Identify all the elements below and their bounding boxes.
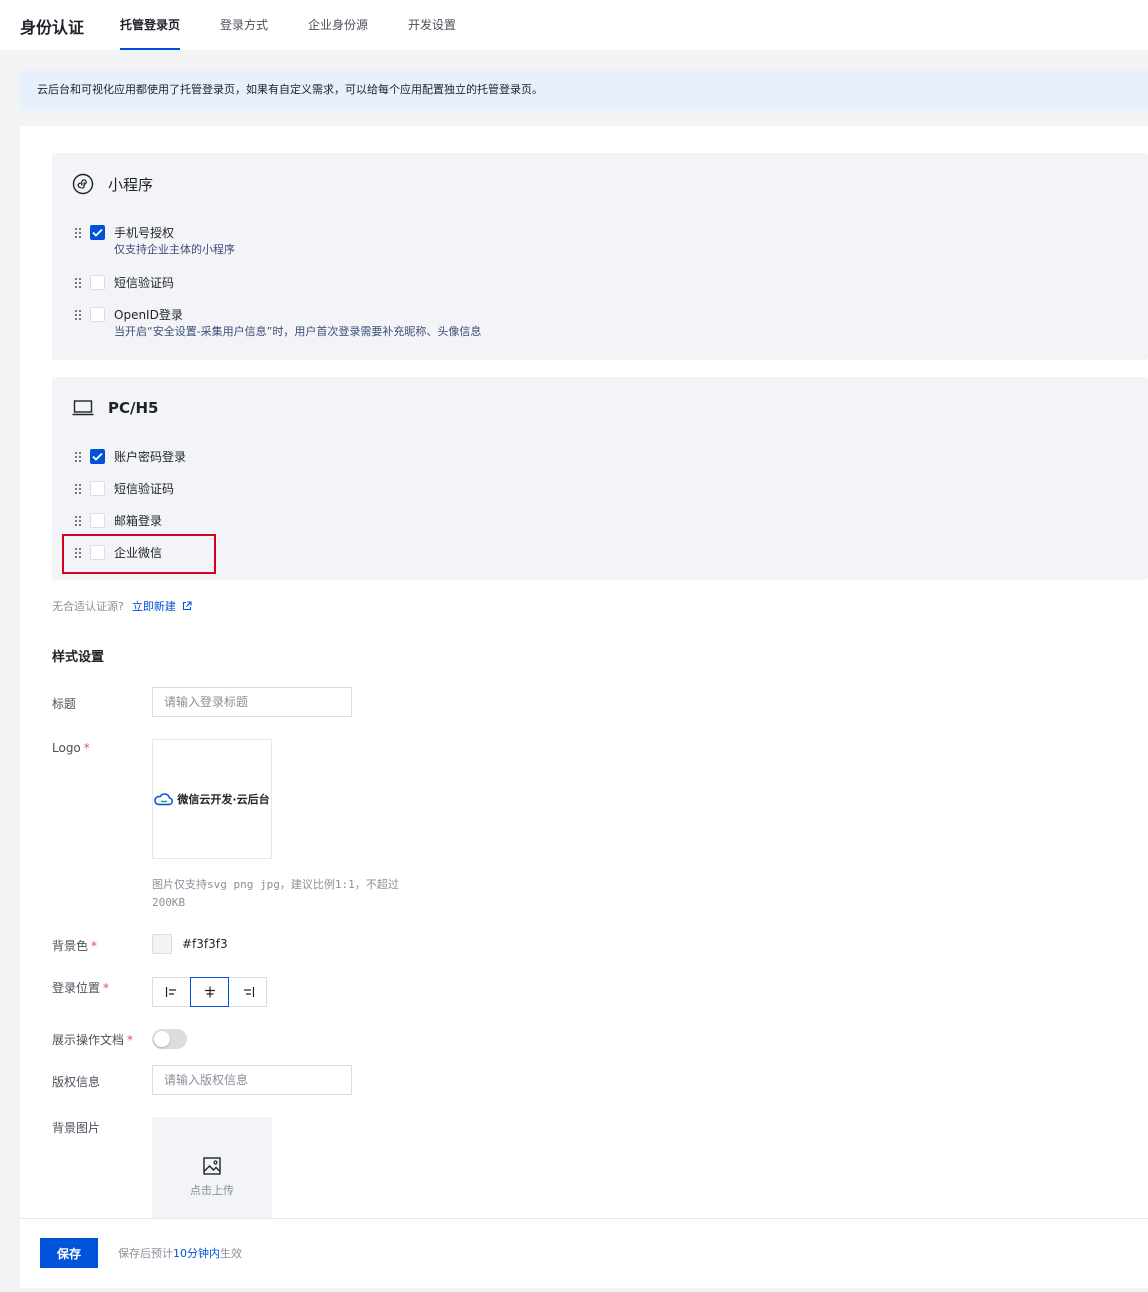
pc-h5-group-header: PC/H5: [72, 397, 158, 419]
option-label: 账户密码登录: [114, 450, 187, 464]
color-swatch[interactable]: [152, 934, 172, 954]
tab-dev-settings[interactable]: 开发设置: [408, 0, 456, 50]
footer-note: 保存后预计10分钟内生效: [118, 1245, 242, 1261]
option-sms-code: 短信验证码: [74, 275, 174, 291]
option-desc: 当开启“安全设置-采集用户信息”时，用户首次登录需要补充昵称、头像信息: [114, 325, 482, 338]
image-icon: [203, 1157, 221, 1175]
info-banner: 云后台和可视化应用都使用了托管登录页，如果有自定义需求，可以给每个应用配置独立的…: [20, 70, 1148, 110]
align-right-icon: [243, 987, 254, 997]
show-docs-label-text: 展示操作文档: [52, 1033, 125, 1047]
bg-color-label-text: 背景色: [52, 939, 89, 953]
drag-handle-icon[interactable]: [74, 227, 82, 239]
show-docs-label: 展示操作文档 *: [52, 1031, 133, 1048]
login-position-label: 登录位置 *: [52, 979, 109, 996]
align-center-icon: [204, 986, 215, 998]
title-field-label: 标题: [52, 697, 77, 711]
copyright-label: 版权信息: [52, 1075, 101, 1089]
drag-handle-icon[interactable]: [74, 515, 82, 527]
option-email-login: 邮箱登录: [74, 513, 162, 529]
option-label: 短信验证码: [114, 482, 175, 496]
cloud-icon: [154, 793, 174, 806]
checkbox-account-password[interactable]: [90, 449, 105, 464]
bg-image-label: 背景图片: [52, 1121, 101, 1135]
color-value: #f3f3f3: [182, 937, 228, 951]
pc-h5-group-title: PC/H5: [108, 399, 159, 417]
option-label: 短信验证码: [114, 276, 175, 290]
show-docs-toggle[interactable]: [152, 1029, 187, 1049]
logo-tip: 图片仅支持svg png jpg，建议比例1:1，不超过 200KB: [152, 876, 442, 912]
note-suffix: 生效: [220, 1247, 242, 1260]
toggle-knob: [154, 1031, 170, 1047]
tab-enterprise-identity-source[interactable]: 企业身份源: [308, 0, 368, 50]
checkbox-pc-sms-code[interactable]: [90, 481, 105, 496]
copyright-input[interactable]: [152, 1065, 352, 1095]
laptop-icon: [72, 397, 94, 419]
note-emphasis: 10分钟内: [173, 1247, 220, 1260]
option-label: OpenID登录: [114, 308, 183, 322]
pc-h5-group: PC/H5 账户密码登录 短信验证码 邮箱登录 企业微信: [52, 377, 1148, 580]
style-settings-title: 样式设置: [52, 650, 105, 665]
bg-image-upload[interactable]: 点击上传: [152, 1117, 272, 1218]
page-title: 身份认证: [20, 18, 85, 37]
main-panel: 小程序 手机号授权 仅支持企业主体的小程序 短信验证码 OpenID登录 当开启…: [20, 126, 1148, 1218]
align-left-button[interactable]: [152, 977, 191, 1007]
align-center-button[interactable]: [190, 977, 229, 1007]
option-phone-auth: 手机号授权 仅支持企业主体的小程序: [74, 225, 235, 259]
highlight-box: [62, 534, 216, 574]
align-right-button[interactable]: [228, 977, 267, 1007]
required-mark: *: [83, 741, 90, 755]
align-left-icon: [165, 987, 176, 997]
drag-handle-icon[interactable]: [74, 483, 82, 495]
brand-text: 微信云开发·云后台: [177, 793, 270, 806]
miniprogram-group-title: 小程序: [108, 175, 154, 194]
auth-source-hint: 无合适认证源? 立即新建: [52, 598, 192, 614]
login-position-selector: [152, 977, 267, 1007]
logo-tip-line: 200KB: [152, 896, 186, 909]
check-icon: [92, 452, 103, 461]
title-input[interactable]: [152, 687, 352, 717]
logo-upload[interactable]: 微信云开发·云后台: [152, 739, 272, 859]
option-pc-sms-code: 短信验证码: [74, 481, 174, 497]
save-button[interactable]: 保存: [40, 1238, 98, 1268]
option-openid-login: OpenID登录 当开启“安全设置-采集用户信息”时，用户首次登录需要补充昵称、…: [74, 307, 481, 341]
note-prefix: 保存后预计: [118, 1247, 173, 1260]
upload-text: 点击上传: [190, 1184, 234, 1197]
brand-logo: 微信云开发·云后台: [154, 791, 270, 807]
checkbox-email-login[interactable]: [90, 513, 105, 528]
miniprogram-group: 小程序 手机号授权 仅支持企业主体的小程序 短信验证码 OpenID登录 当开启…: [52, 153, 1148, 360]
required-mark: *: [127, 1033, 134, 1047]
check-icon: [92, 228, 103, 237]
option-label: 手机号授权: [114, 226, 175, 240]
checkbox-phone-auth[interactable]: [90, 225, 105, 240]
option-label: 邮箱登录: [114, 514, 163, 528]
option-account-password: 账户密码登录: [74, 449, 186, 465]
logo-field-label: Logo *: [52, 741, 90, 755]
drag-handle-icon[interactable]: [74, 277, 82, 289]
miniprogram-group-header: 小程序: [72, 173, 153, 195]
drag-handle-icon[interactable]: [74, 309, 82, 321]
tab-login-methods[interactable]: 登录方式: [220, 0, 268, 50]
create-now-link[interactable]: 立即新建: [132, 600, 176, 613]
external-link-icon[interactable]: [182, 601, 192, 614]
logo-tip-line: 图片仅支持svg png jpg，建议比例1:1，不超过: [152, 878, 399, 891]
miniprogram-icon: [72, 173, 94, 195]
option-desc: 仅支持企业主体的小程序: [114, 243, 235, 256]
tab-hosted-login-page[interactable]: 托管登录页: [120, 0, 181, 50]
hint-text: 无合适认证源?: [52, 600, 124, 613]
required-mark: *: [103, 981, 110, 995]
required-mark: *: [91, 939, 98, 953]
bg-color-label: 背景色 *: [52, 937, 97, 954]
login-position-label-text: 登录位置: [52, 981, 101, 995]
logo-label-text: Logo: [52, 741, 81, 755]
checkbox-sms-code[interactable]: [90, 275, 105, 290]
footer-bar: 保存 保存后预计10分钟内生效: [20, 1218, 1148, 1288]
checkbox-openid-login[interactable]: [90, 307, 105, 322]
top-nav: 身份认证 托管登录页 登录方式 企业身份源 开发设置: [0, 0, 1148, 50]
drag-handle-icon[interactable]: [74, 451, 82, 463]
